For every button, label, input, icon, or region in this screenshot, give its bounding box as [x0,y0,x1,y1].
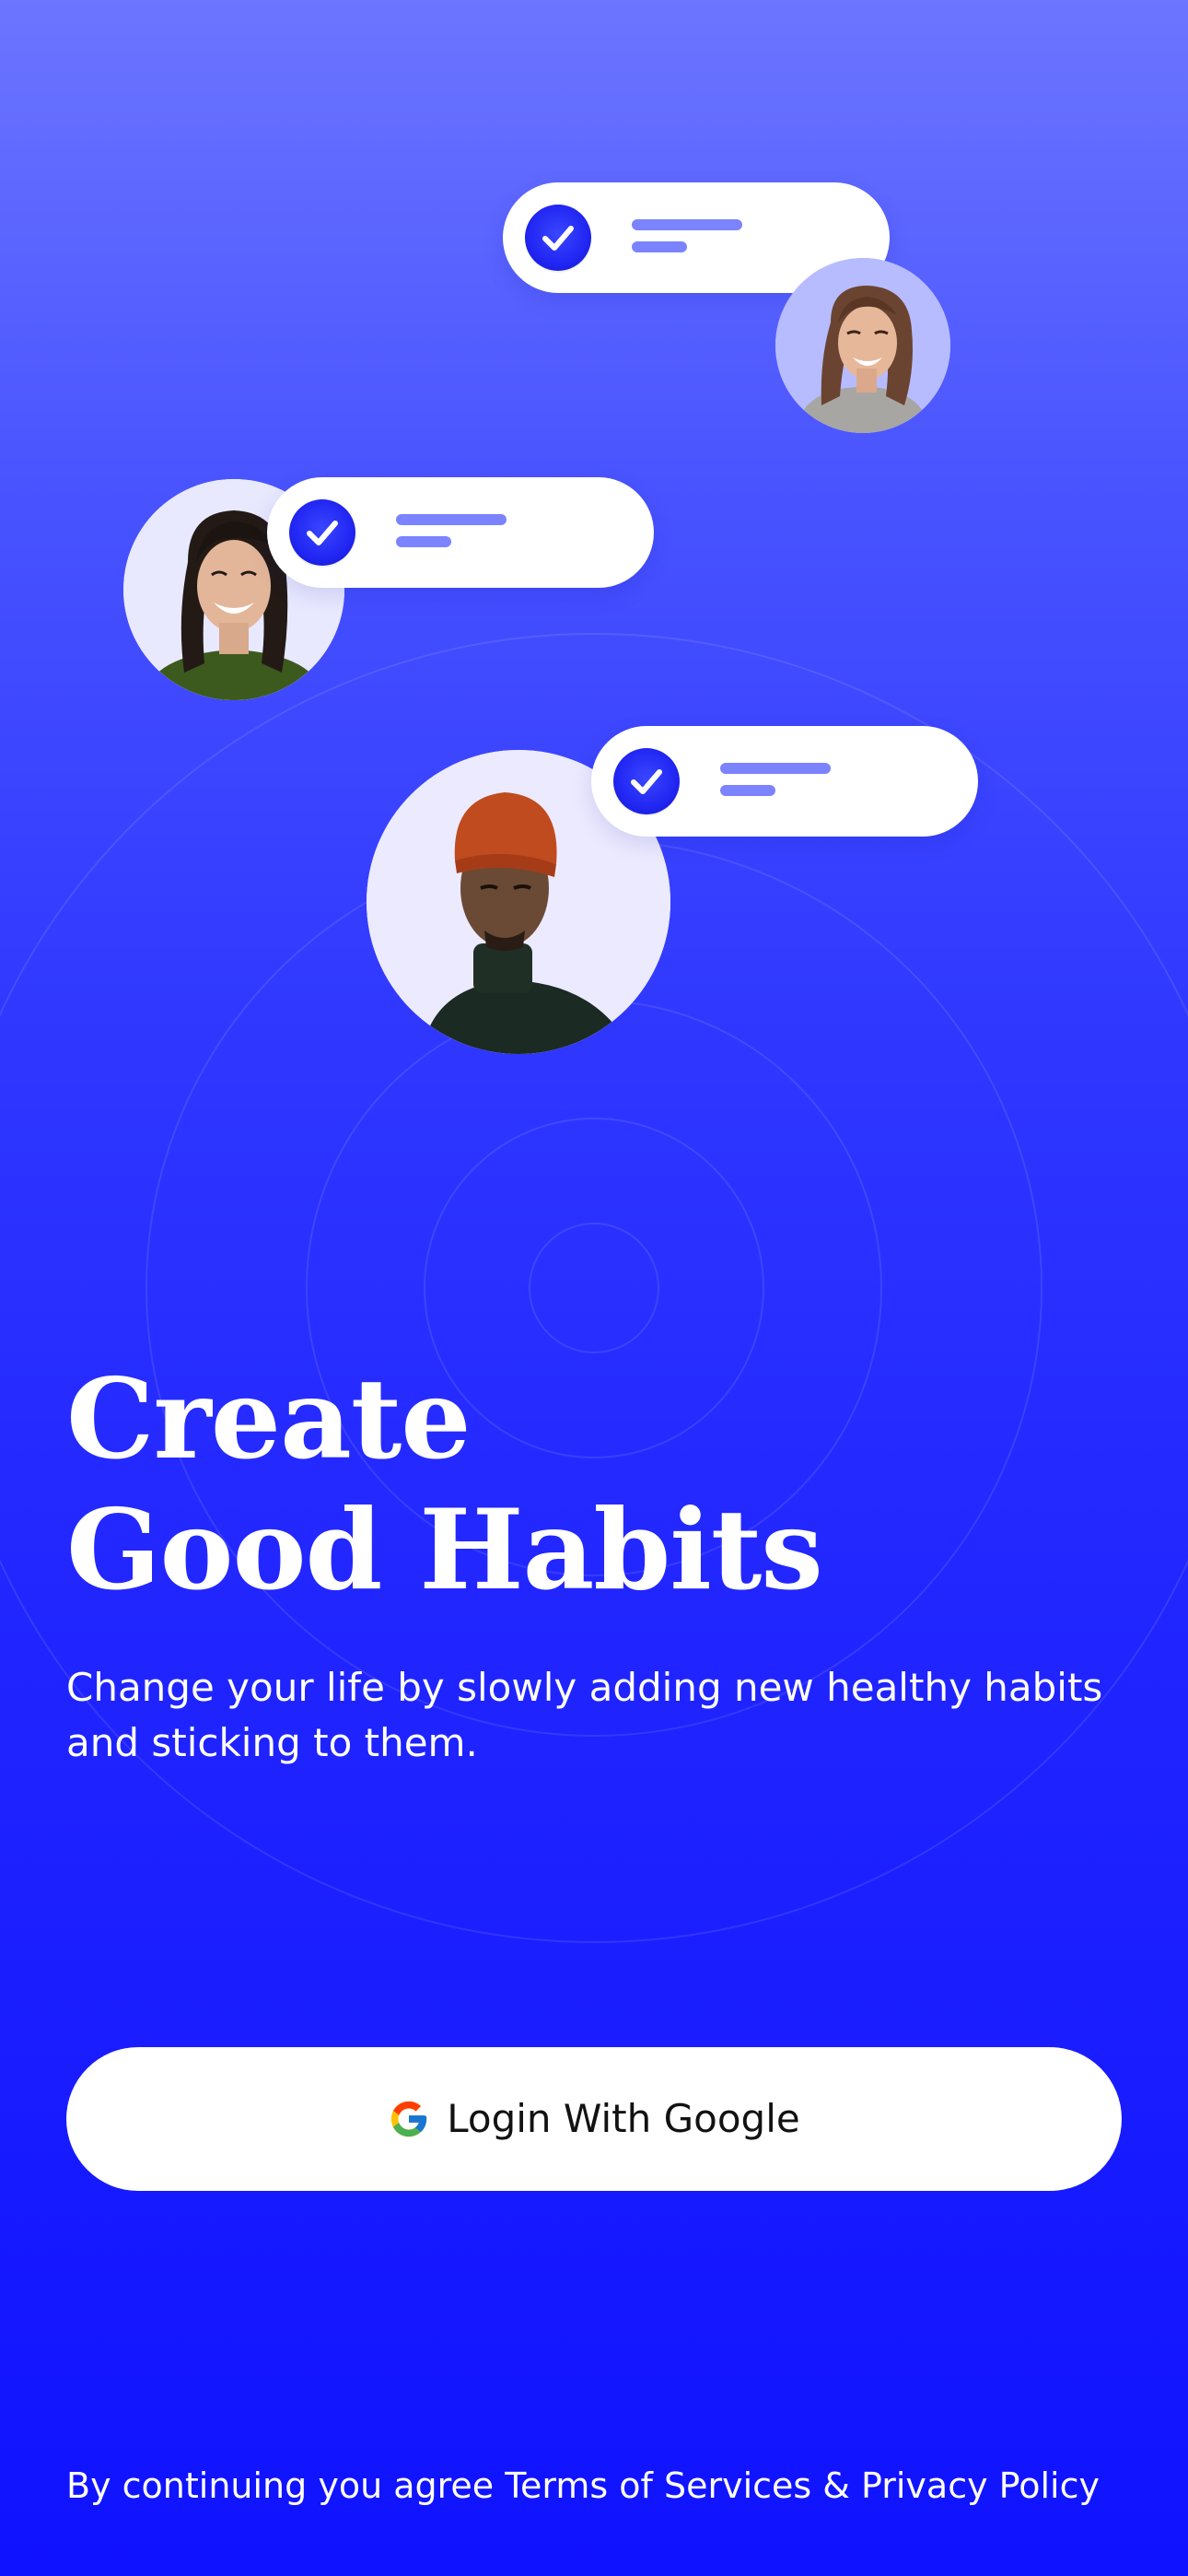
privacy-policy-link[interactable]: Privacy Policy [861,2465,1100,2506]
avatar-woman-laughing [775,258,950,433]
google-icon [388,2098,430,2140]
legal-separator: & [811,2465,861,2506]
title-line-2: Good Habits [66,1485,823,1615]
page-title: Create Good Habits [66,1354,1125,1616]
login-with-google-button[interactable]: Login With Google [66,2047,1122,2191]
habit-text-placeholder [632,241,687,252]
page-subtitle: Change your life by slowly adding new he… [66,1665,1103,1765]
legal-notice: By continuing you agree Terms of Service… [66,2462,1125,2510]
habit-card-2 [267,477,654,588]
login-button-label: Login With Google [447,2096,800,2141]
habit-text-placeholder [396,514,507,525]
title-line-1: Create [66,1354,472,1484]
legal-prefix: By continuing you agree [66,2465,506,2506]
check-icon [613,748,680,814]
terms-of-service-link[interactable]: Terms of Services [505,2465,811,2506]
onboarding-screen: Create Good Habits Change your life by s… [0,0,1188,2576]
habit-text-placeholder [720,785,775,796]
habit-text-placeholder [720,763,831,774]
check-icon [525,205,591,271]
habit-text-placeholder [632,219,742,230]
check-icon [289,499,355,566]
habit-card-3 [591,726,978,837]
habit-text-placeholder [396,536,451,547]
